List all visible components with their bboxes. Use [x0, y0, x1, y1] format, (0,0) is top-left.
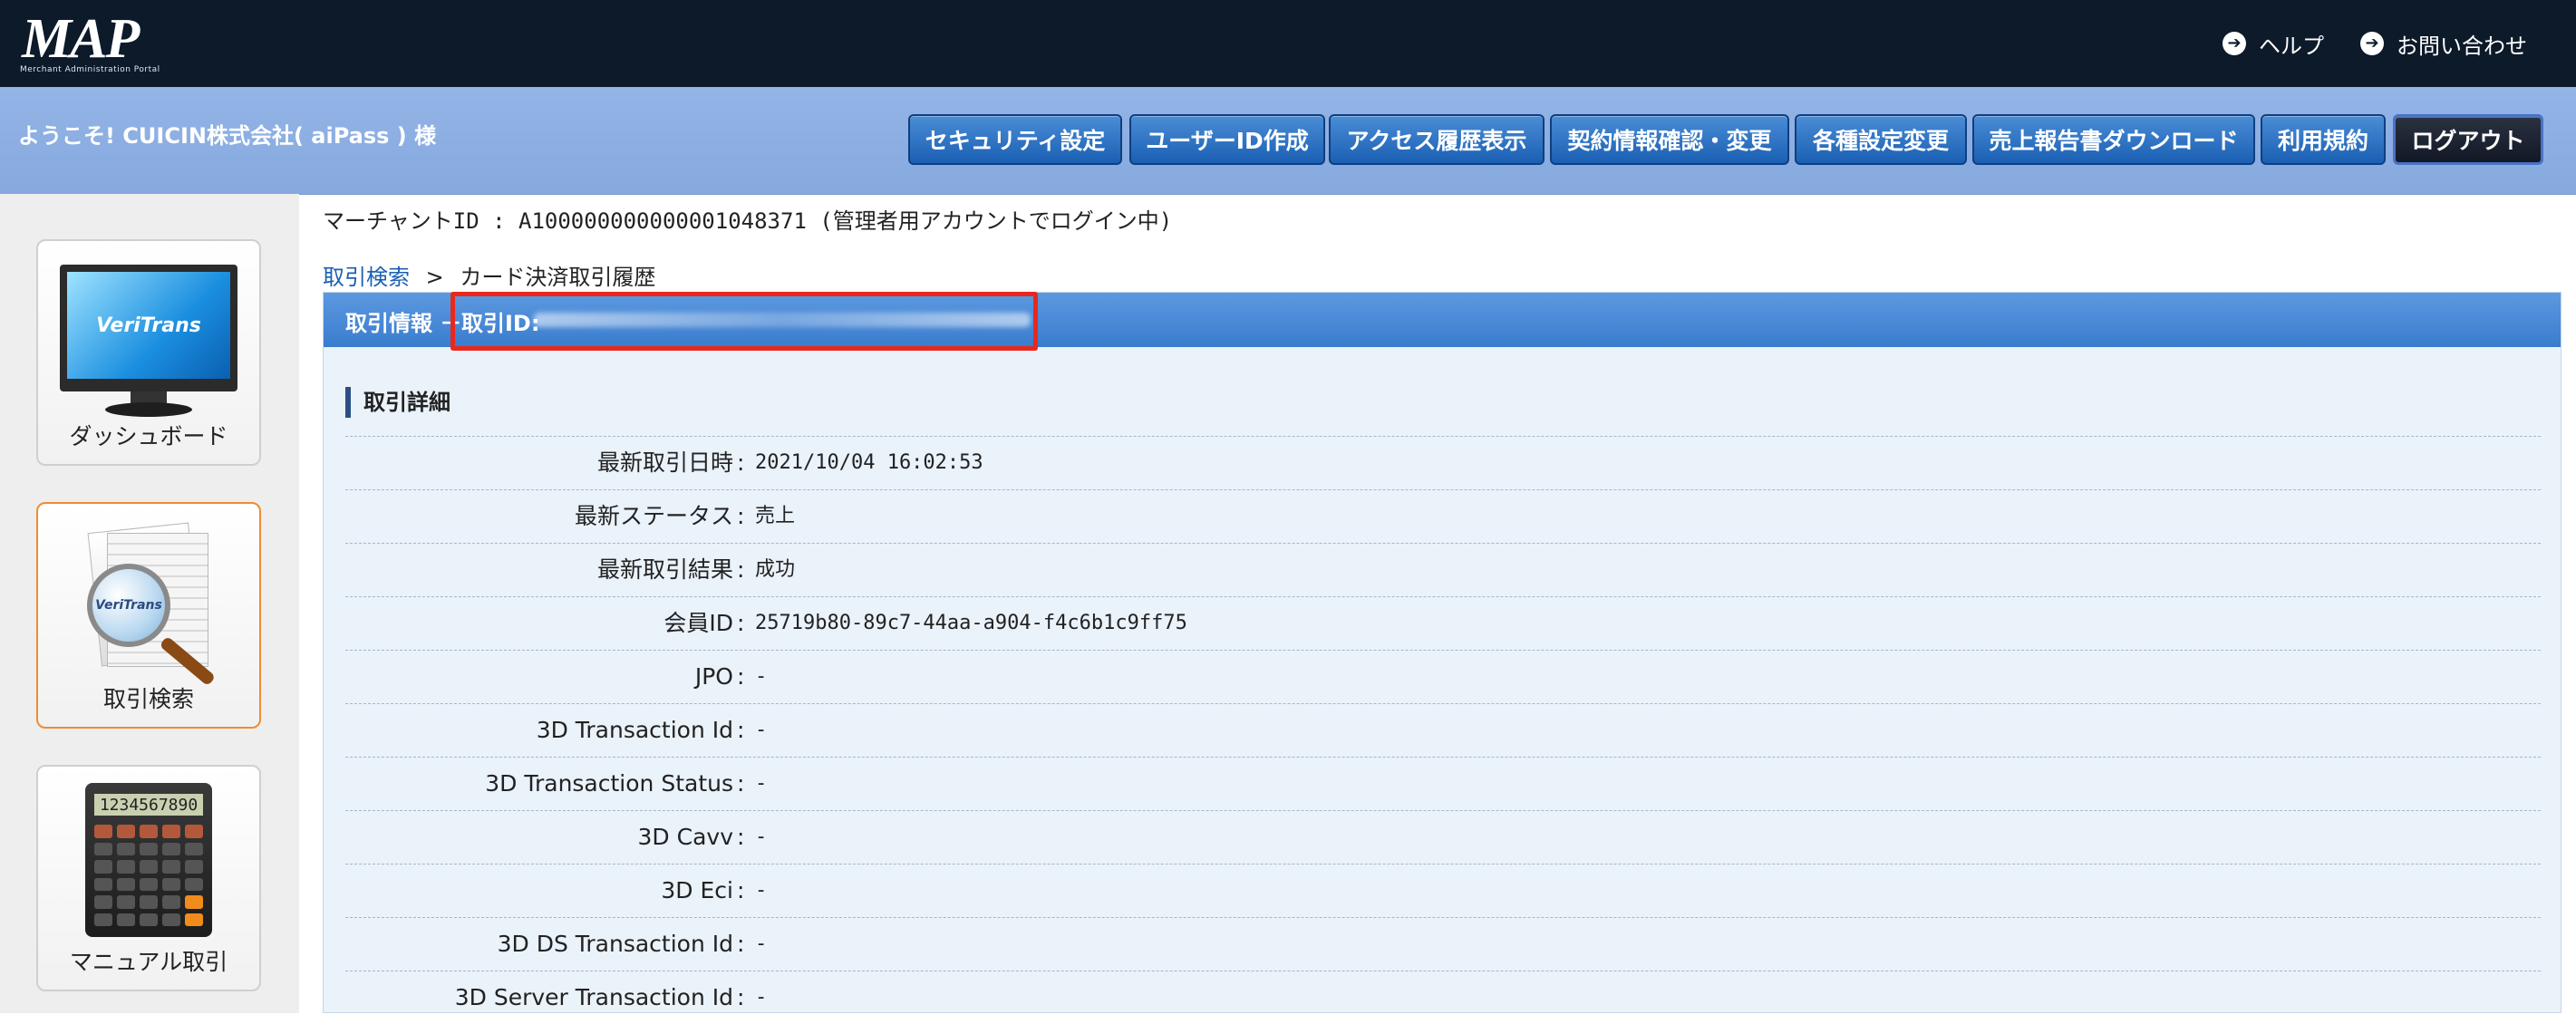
- detail-colon: :: [737, 770, 745, 797]
- detail-colon: :: [737, 610, 745, 636]
- detail-value: -: [755, 932, 768, 955]
- highlight-annotation: [450, 292, 1038, 351]
- terms-of-use-button[interactable]: 利用規約: [2261, 114, 2386, 165]
- detail-label: 最新取引結果: [596, 556, 733, 583]
- sidebar-item-label: ダッシュボード: [69, 423, 228, 449]
- sidebar: VeriTrans ダッシュボード VeriTrans 取引検索 1234567…: [0, 194, 299, 1013]
- welcome-message: ようこそ! CUICIN株式会社( aiPass ) 様: [18, 123, 437, 149]
- detail-colon: :: [737, 824, 745, 850]
- detail-label: 最新取引日時: [596, 449, 733, 476]
- detail-label: 3D Eci: [661, 877, 733, 903]
- detail-value: -: [755, 826, 768, 848]
- detail-value: -: [755, 665, 768, 688]
- sidebar-item-transaction-search[interactable]: VeriTrans 取引検索: [36, 502, 261, 729]
- detail-label: 会員ID: [663, 610, 733, 636]
- detail-label: 最新ステータス: [574, 503, 733, 529]
- detail-label: JPO: [694, 663, 733, 690]
- detail-value: -: [755, 772, 768, 795]
- sales-report-download-button[interactable]: 売上報告書ダウンロード: [1972, 114, 2255, 165]
- header-bar: ようこそ! CUICIN株式会社( aiPass ) 様 セキュリティ設定 ユー…: [0, 87, 2576, 195]
- arrow-right-icon: ➔: [2360, 32, 2384, 55]
- settings-change-button[interactable]: 各種設定変更: [1795, 114, 1967, 165]
- detail-colon: :: [737, 877, 745, 903]
- merchant-id-line: マーチャントID : A100000000000001048371 (管理者用ア…: [323, 208, 1173, 234]
- detail-row: 3D Server Transaction Id: -: [345, 971, 2541, 1024]
- transaction-info-panel: 取引情報 － 取引ID: 取引詳細 最新取引日時:2021/10/04 16:0…: [323, 292, 2561, 1013]
- panel-header: 取引情報 － 取引ID:: [324, 292, 2561, 351]
- help-link[interactable]: ➔ ヘルプ: [2223, 27, 2324, 60]
- magnifier-lens-logo: VeriTrans: [87, 564, 170, 647]
- detail-label: 3D Transaction Id: [536, 717, 733, 743]
- detail-list: 最新取引日時:2021/10/04 16:02:53 最新ステータス: 売上 最新取引…: [345, 436, 2541, 1024]
- logout-button[interactable]: ログアウト: [2393, 114, 2543, 165]
- detail-label: 3D Server Transaction Id: [454, 984, 733, 1010]
- detail-value: 25719b80-89c7-44aa-a904-f4c6b1c9ff75: [755, 612, 1187, 634]
- detail-row: 3D Transaction Id: -: [345, 703, 2541, 757]
- detail-label: 3D Transaction Status: [485, 770, 733, 797]
- security-settings-button[interactable]: セキュリティ設定: [908, 114, 1122, 165]
- detail-colon: :: [737, 663, 745, 690]
- map-logo[interactable]: MAP Merchant Administration Portal: [15, 8, 169, 74]
- detail-row: 最新ステータス: 売上: [345, 489, 2541, 543]
- detail-row: 会員ID:25719b80-89c7-44aa-a904-f4c6b1c9ff7…: [345, 596, 2541, 650]
- create-user-id-button[interactable]: ユーザーID作成: [1129, 114, 1325, 165]
- detail-value: -: [755, 986, 768, 1009]
- detail-value: 2021/10/04 16:02:53: [755, 451, 983, 474]
- logo-subtitle: Merchant Administration Portal: [20, 65, 160, 74]
- dashboard-monitor-icon: VeriTrans: [60, 265, 237, 417]
- detail-row: 3D Transaction Status: -: [345, 757, 2541, 810]
- contact-link[interactable]: ➔ お問い合わせ: [2360, 27, 2527, 60]
- sidebar-item-dashboard[interactable]: VeriTrans ダッシュボード: [36, 239, 261, 466]
- sidebar-item-manual-transaction[interactable]: 1234567890 マニュアル取引: [36, 765, 261, 991]
- access-history-button[interactable]: アクセス履歴表示: [1329, 114, 1545, 165]
- detail-row: 3D DS Transaction Id: -: [345, 917, 2541, 971]
- detail-row: 3D Eci: -: [345, 864, 2541, 917]
- detail-row: 最新取引結果: 成功: [345, 543, 2541, 596]
- calculator-display: 1234567890: [94, 794, 203, 816]
- calculator-icon: 1234567890: [85, 783, 212, 937]
- top-bar: MAP Merchant Administration Portal ➔ ヘルプ…: [0, 0, 2576, 87]
- detail-colon: :: [737, 503, 745, 529]
- detail-row: 最新取引日時:2021/10/04 16:02:53: [345, 436, 2541, 489]
- detail-value: -: [755, 719, 768, 741]
- breadcrumb: 取引検索 > カード決済取引履歴: [323, 259, 655, 291]
- detail-colon: :: [737, 984, 745, 1010]
- contract-info-button[interactable]: 契約情報確認・変更: [1550, 114, 1789, 165]
- logo-text: MAP: [22, 8, 140, 70]
- detail-colon: :: [737, 556, 745, 583]
- arrow-right-icon: ➔: [2223, 32, 2246, 55]
- detail-label: 3D DS Transaction Id: [497, 931, 733, 957]
- help-link-label: ヘルプ: [2259, 33, 2324, 59]
- breadcrumb-separator: >: [425, 265, 444, 290]
- contact-link-label: お問い合わせ: [2397, 33, 2527, 59]
- breadcrumb-current: カード決済取引履歴: [460, 265, 656, 290]
- detail-value: 成功: [755, 558, 796, 581]
- sidebar-item-label: マニュアル取引: [69, 949, 228, 975]
- section-title: 取引詳細: [345, 387, 450, 418]
- detail-row: JPO: -: [345, 650, 2541, 703]
- breadcrumb-link-transaction-search[interactable]: 取引検索: [323, 265, 410, 290]
- monitor-screen-logo: VeriTrans: [67, 272, 230, 379]
- detail-value: -: [755, 879, 768, 902]
- panel-title: 取引情報 －: [345, 311, 462, 336]
- detail-value: 売上: [755, 505, 796, 527]
- sidebar-item-label: 取引検索: [102, 686, 194, 712]
- detail-colon: :: [737, 449, 745, 476]
- transaction-search-icon: VeriTrans: [83, 522, 228, 687]
- detail-row: 3D Cavv: -: [345, 810, 2541, 864]
- detail-colon: :: [737, 931, 745, 957]
- detail-colon: :: [737, 717, 745, 743]
- detail-label: 3D Cavv: [637, 824, 733, 850]
